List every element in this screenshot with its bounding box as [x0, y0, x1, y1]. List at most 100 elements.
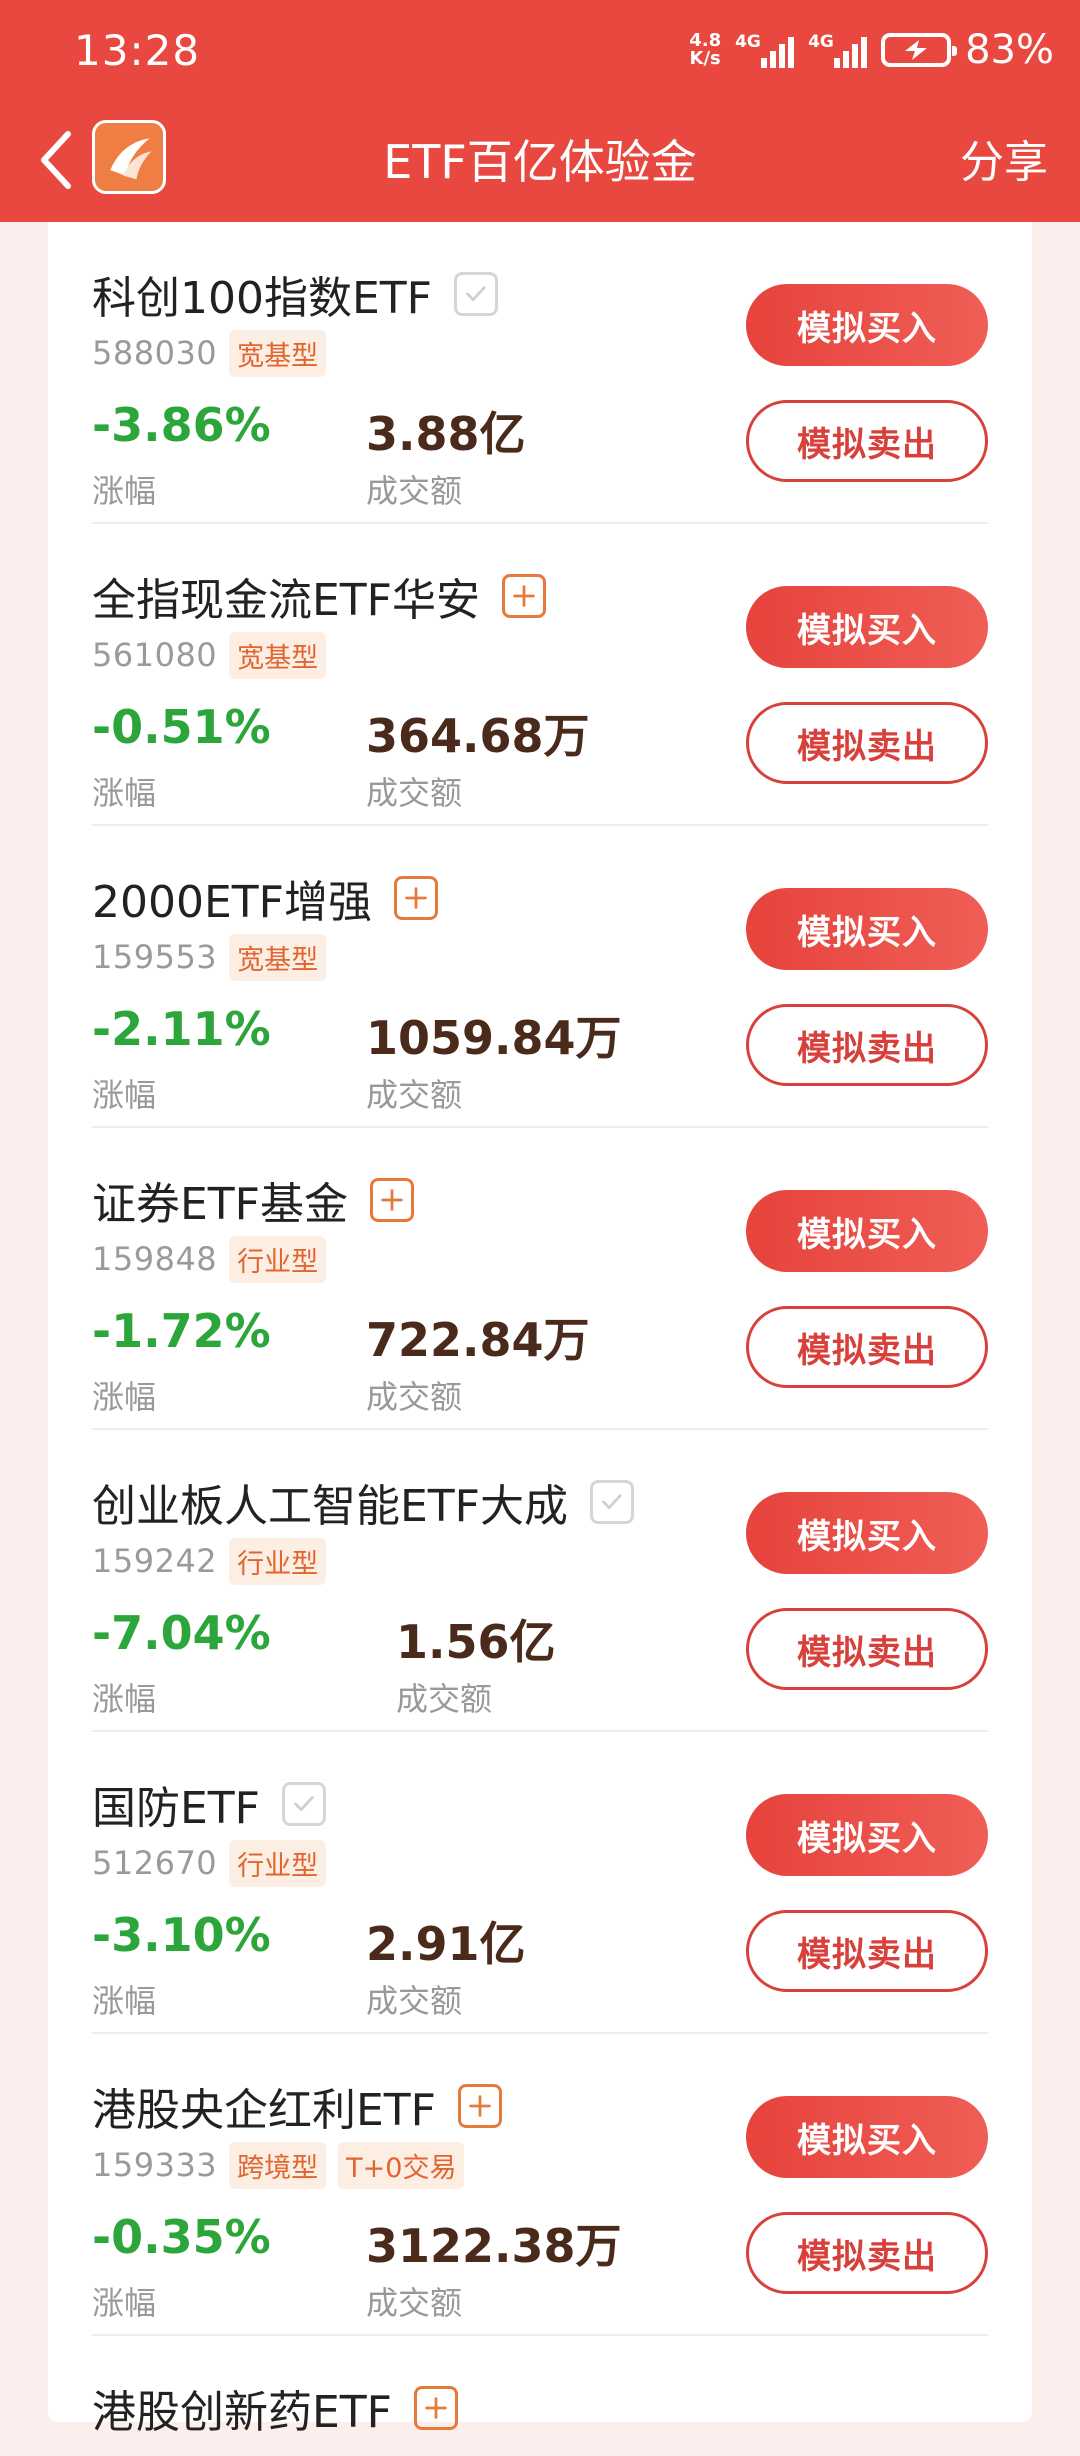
nav-bar: ETF百亿体验金 分享	[0, 100, 1080, 222]
add-watchlist-icon[interactable]	[502, 574, 546, 618]
etf-list: 科创100指数ETF 588030 宽基型 -3.86% 涨幅 3.88亿 成交…	[92, 222, 988, 2456]
etf-code-line: 588030 宽基型	[92, 329, 327, 377]
fund-type-tag: 行业型	[229, 1235, 327, 1283]
etf-code: 512670	[92, 1844, 218, 1882]
simulate-buy-button[interactable]: 模拟买入	[746, 888, 988, 970]
etf-row[interactable]: 科创100指数ETF 588030 宽基型 -3.86% 涨幅 3.88亿 成交…	[92, 222, 988, 524]
share-button[interactable]: 分享	[960, 126, 1048, 190]
etf-code: 159848	[92, 1240, 218, 1278]
etf-code: 561080	[92, 636, 218, 674]
etf-name[interactable]: 创业板人工智能ETF大成	[92, 1470, 634, 1534]
add-watchlist-icon[interactable]	[393, 876, 438, 920]
simulate-sell-button[interactable]: 模拟卖出	[746, 2212, 988, 2294]
etf-name[interactable]: 港股央企红利ETF	[92, 2074, 502, 2138]
status-icons: 4.8 K/s 4G 4G 83%	[689, 27, 1054, 73]
volume-value: 3122.38万	[366, 2219, 622, 2273]
simulate-buy-button[interactable]: 模拟买入	[746, 586, 988, 668]
add-watchlist-icon[interactable]	[414, 2386, 458, 2430]
etf-name[interactable]: 全指现金流ETF华安	[92, 564, 546, 628]
change-label: 涨幅	[92, 774, 157, 812]
etf-row-partial[interactable]: 港股创新药ETF	[92, 2336, 988, 2456]
volume-label: 成交额	[366, 1378, 463, 1416]
change-label: 涨幅	[92, 1680, 157, 1718]
etf-name[interactable]: 2000ETF增强	[92, 866, 438, 930]
etf-name[interactable]: 证券ETF基金	[92, 1168, 414, 1232]
change-value: -0.35%	[92, 2210, 271, 2264]
battery-percent: 83%	[965, 27, 1054, 73]
volume-value: 1059.84万	[366, 1011, 622, 1065]
battery-icon	[881, 33, 958, 67]
volume-label: 成交额	[396, 1680, 493, 1718]
simulate-buy-button[interactable]: 模拟买入	[746, 1492, 988, 1574]
added-check-icon[interactable]	[590, 1480, 634, 1524]
add-watchlist-icon[interactable]	[370, 1178, 414, 1222]
change-value: -7.04%	[92, 1606, 271, 1660]
etf-name[interactable]: 港股创新药ETF	[92, 2376, 458, 2440]
volume-value: 2.91亿	[366, 1917, 526, 1971]
app-header: 13:28 4.8 K/s 4G 4G 83% ETF百亿体验金 分享	[0, 0, 1080, 222]
change-label: 涨幅	[92, 2284, 157, 2322]
change-label: 涨幅	[92, 1076, 157, 1114]
simulate-buy-button[interactable]: 模拟买入	[746, 284, 988, 366]
signal-icon: 4G	[735, 32, 795, 68]
change-value: -2.11%	[92, 1002, 271, 1056]
signal-icon-2: 4G	[808, 32, 868, 68]
fund-type-tag: 跨境型	[229, 2141, 327, 2189]
volume-value: 3.88亿	[366, 407, 526, 461]
etf-list-card: 科创100指数ETF 588030 宽基型 -3.86% 涨幅 3.88亿 成交…	[48, 222, 1032, 2438]
network-speed: 4.8 K/s	[689, 30, 722, 69]
simulate-sell-button[interactable]: 模拟卖出	[746, 1306, 988, 1388]
etf-code: 159242	[92, 1542, 218, 1580]
etf-row[interactable]: 证券ETF基金 159848 行业型 -1.72% 涨幅 722.84万 成交额…	[92, 1128, 988, 1430]
etf-row[interactable]: 2000ETF增强 159553 宽基型 -2.11% 涨幅 1059.84万 …	[92, 826, 988, 1128]
etf-code-line: 561080 宽基型	[92, 631, 327, 679]
simulate-sell-button[interactable]: 模拟卖出	[746, 400, 988, 482]
simulate-buy-button[interactable]: 模拟买入	[746, 1794, 988, 1876]
etf-code-line: 512670 行业型	[92, 1839, 327, 1887]
change-label: 涨幅	[92, 1982, 157, 2020]
volume-label: 成交额	[366, 1076, 463, 1114]
etf-row[interactable]: 港股央企红利ETF 159333 跨境型 T+0交易 -0.35% 涨幅 3122…	[92, 2034, 988, 2336]
etf-row[interactable]: 全指现金流ETF华安 561080 宽基型 -0.51% 涨幅 364.68万 …	[92, 524, 988, 826]
etf-code: 159553	[92, 938, 218, 976]
status-bar: 13:28 4.8 K/s 4G 4G 83%	[0, 0, 1080, 100]
etf-code-line: 159553 宽基型	[92, 933, 327, 981]
simulate-sell-button[interactable]: 模拟卖出	[746, 1608, 988, 1690]
volume-value: 1.56亿	[396, 1615, 556, 1669]
volume-label: 成交额	[366, 1982, 463, 2020]
fund-type-tag: 宽基型	[229, 631, 327, 679]
simulate-sell-button[interactable]: 模拟卖出	[746, 1910, 988, 1992]
volume-label: 成交额	[366, 2284, 463, 2322]
etf-code-line: 159242 行业型	[92, 1537, 327, 1585]
etf-row[interactable]: 创业板人工智能ETF大成 159242 行业型 -7.04% 涨幅 1.56亿 …	[92, 1430, 988, 1732]
simulate-sell-button[interactable]: 模拟卖出	[746, 702, 988, 784]
added-check-icon[interactable]	[453, 272, 498, 316]
etf-name[interactable]: 国防ETF	[92, 1772, 326, 1836]
change-value: -0.51%	[92, 700, 271, 754]
etf-name[interactable]: 科创100指数ETF	[92, 262, 498, 326]
change-value: -3.86%	[92, 398, 271, 452]
fund-type-tag: 行业型	[229, 1537, 327, 1585]
status-time: 13:28	[74, 25, 201, 75]
fund-type-tag: 宽基型	[229, 933, 327, 981]
volume-value: 364.68万	[366, 709, 590, 763]
simulate-sell-button[interactable]: 模拟卖出	[746, 1004, 988, 1086]
change-value: -1.72%	[92, 1304, 271, 1358]
volume-value: 722.84万	[366, 1313, 590, 1367]
etf-code: 588030	[92, 334, 218, 372]
change-value: -3.10%	[92, 1908, 271, 1962]
add-watchlist-icon[interactable]	[458, 2084, 502, 2128]
page-title: ETF百亿体验金	[383, 135, 697, 189]
fund-type-tag: 行业型	[229, 1839, 327, 1887]
etf-code: 159333	[92, 2146, 218, 2184]
change-label: 涨幅	[92, 1378, 157, 1416]
etf-row[interactable]: 国防ETF 512670 行业型 -3.10% 涨幅 2.91亿 成交额 模拟买…	[92, 1732, 988, 2034]
etf-code-line: 159848 行业型	[92, 1235, 327, 1283]
etf-code-line: 159333 跨境型 T+0交易	[92, 2141, 465, 2189]
added-check-icon[interactable]	[282, 1782, 326, 1826]
volume-label: 成交额	[366, 774, 463, 812]
change-label: 涨幅	[92, 472, 157, 510]
fund-type-tag: 宽基型	[229, 329, 327, 377]
simulate-buy-button[interactable]: 模拟买入	[746, 1190, 988, 1272]
simulate-buy-button[interactable]: 模拟买入	[746, 2096, 988, 2178]
